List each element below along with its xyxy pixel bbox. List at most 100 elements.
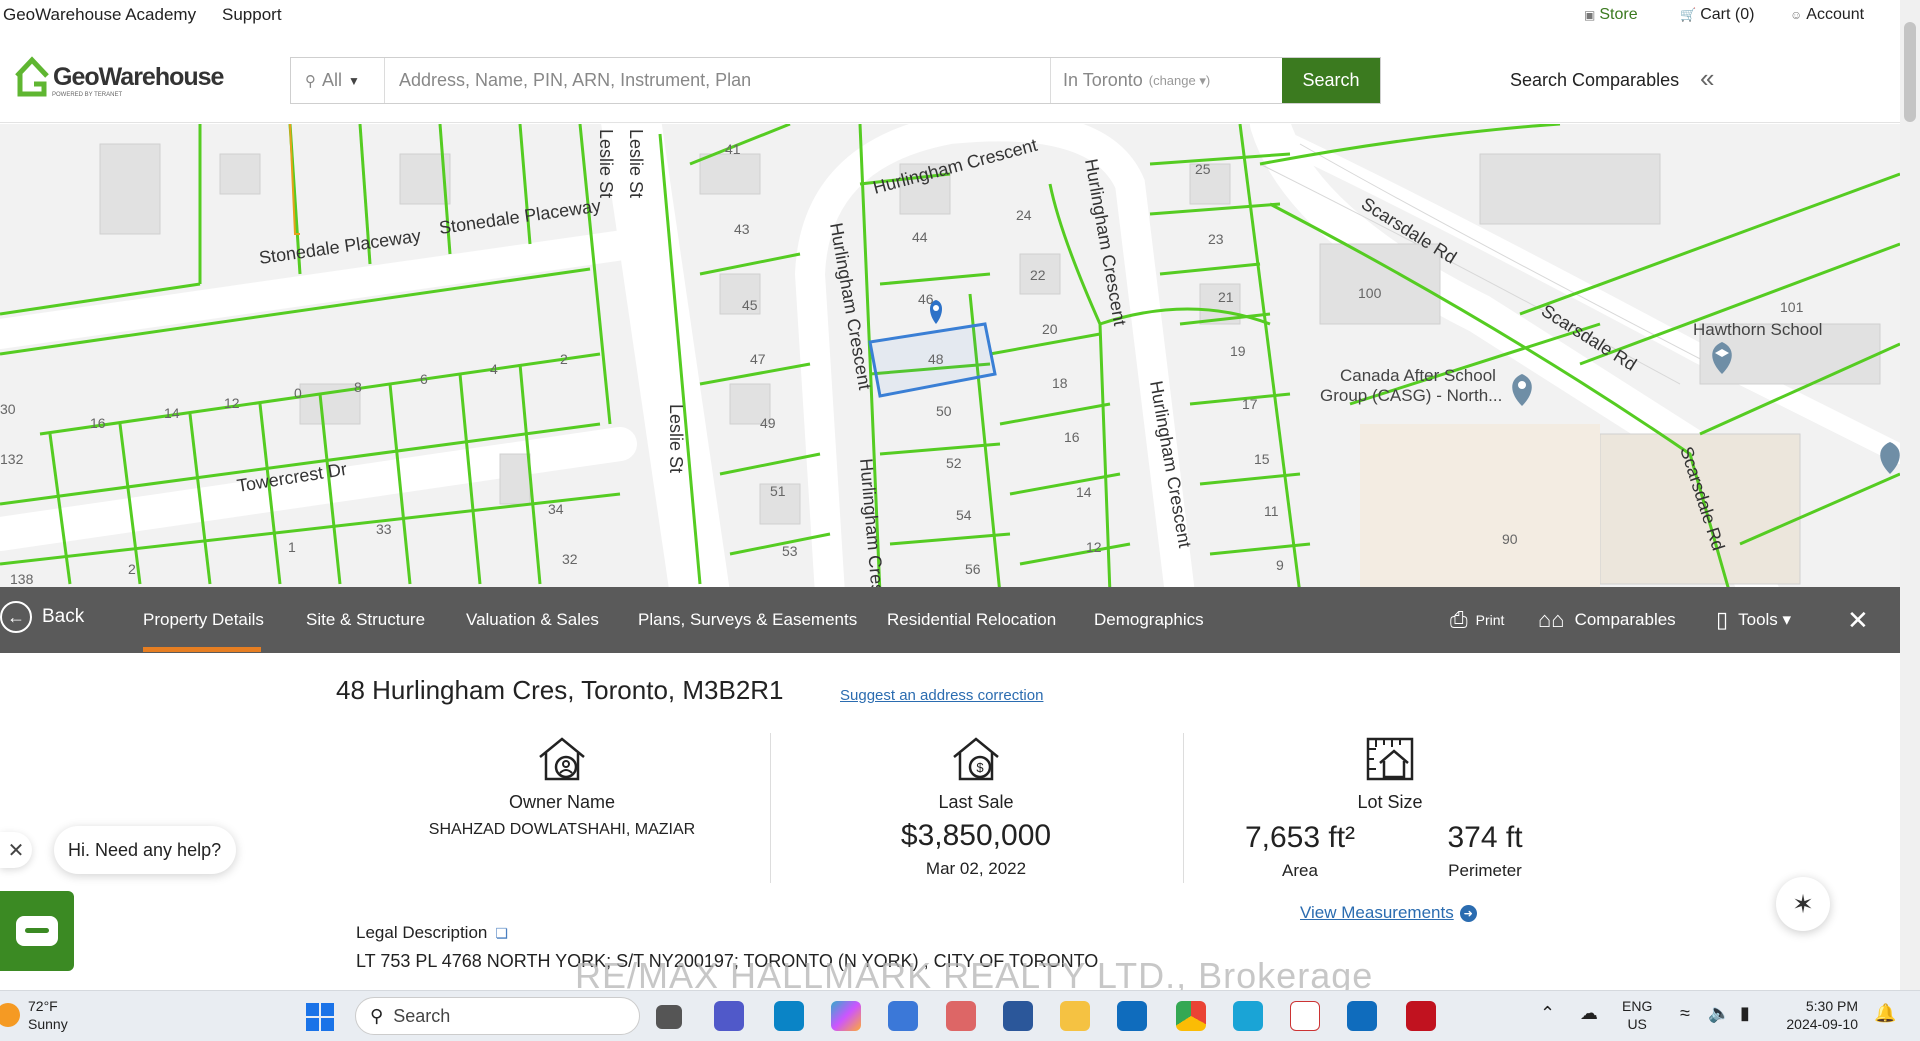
notification-bell-icon[interactable]: 🔔 (1874, 1003, 1896, 1024)
last-sale-label: Last Sale (938, 792, 1014, 812)
store-link[interactable]: ▣ Store (1584, 6, 1638, 24)
svg-text:$: $ (976, 760, 984, 775)
location-selector[interactable]: In Toronto (change ▾) (1050, 58, 1282, 103)
suggest-correction-link[interactable]: Suggest an address correction (840, 687, 1043, 704)
lot-number-label: 43 (734, 221, 750, 237)
tab-demographics[interactable]: Demographics (1094, 610, 1204, 630)
tab-property-details[interactable]: Property Details (143, 610, 264, 630)
search-comparables-link[interactable]: Search Comparables (1510, 70, 1679, 91)
task-view-icon[interactable] (656, 1005, 682, 1029)
back-button[interactable]: ← Back (0, 601, 84, 633)
owner-block: Owner Name SHAHZAD DOWLATSHAHI, MAZIAR (412, 735, 712, 839)
collapse-chevrons-icon[interactable]: « (1700, 63, 1714, 94)
lang-secondary: US (1627, 1016, 1647, 1032)
lang-primary: ENG (1622, 998, 1653, 1014)
lot-number-label: 56 (965, 561, 981, 577)
property-details-panel: 48 Hurlingham Cres, Toronto, M3B2R1 Sugg… (0, 653, 1900, 990)
scroll-thumb[interactable] (1904, 22, 1916, 122)
sun-icon (0, 1003, 20, 1027)
file-explorer-icon[interactable] (1060, 1001, 1090, 1031)
teams-icon[interactable] (714, 1001, 744, 1031)
wifi-icon[interactable]: ≈ (1680, 1003, 1690, 1024)
account-link[interactable]: ☺ Account (1790, 6, 1864, 24)
snipping-tool-icon[interactable] (946, 1001, 976, 1031)
assistant-button[interactable]: ✶ (1776, 877, 1830, 931)
start-button[interactable] (306, 1003, 334, 1031)
weather-widget[interactable]: 72°F Sunny (0, 997, 68, 1033)
pdf-app-icon[interactable] (1290, 1001, 1320, 1031)
chrome-icon[interactable] (1176, 1001, 1206, 1031)
tab-valuation-sales[interactable]: Valuation & Sales (466, 610, 599, 630)
chat-greeting[interactable]: Hi. Need any help? (54, 826, 236, 874)
chat-icon (16, 916, 58, 946)
search-filter-dropdown[interactable]: ⚲ All ▼ (291, 58, 385, 103)
tools-dropdown[interactable]: ▯ Tools ▾ (1716, 607, 1791, 633)
lot-number-label: 52 (946, 455, 962, 471)
logo[interactable]: GeoWarehouse POWERED BY TERANET (14, 56, 224, 98)
academy-link[interactable]: GeoWarehouse Academy (3, 5, 196, 25)
map[interactable]: Leslie St Leslie St Leslie St Stonedale … (0, 124, 1900, 587)
copy-icon[interactable]: ❏ (495, 925, 508, 942)
print-label: Print (1475, 612, 1505, 628)
location-change-link[interactable]: (change ▾) (1149, 73, 1210, 89)
taskbar-search[interactable]: ⚲ Search (355, 997, 640, 1035)
cart-icon: 🛒 (1680, 7, 1697, 22)
street-label: Leslie St (596, 129, 616, 198)
battery-icon[interactable]: ▮ (1740, 1003, 1750, 1024)
chat-launcher-button[interactable] (0, 891, 74, 971)
language-indicator[interactable]: ENG US (1622, 997, 1652, 1033)
search-bar: ⚲ All ▼ In Toronto (change ▾) Search (290, 57, 1381, 104)
lot-number-label: 11 (1264, 503, 1279, 519)
perimeter-block: 374 ft Perimeter (1405, 821, 1565, 881)
lot-number-label: 25 (1195, 161, 1211, 177)
last-sale-block: $ Last Sale $3,850,000 Mar 02, 2022 (826, 735, 1126, 879)
windows-taskbar: 72°F Sunny ⚲ Search ⌃ ☁ ENG US ≈ 🔈 ▮ 5:3… (0, 990, 1920, 1041)
support-link[interactable]: Support (222, 5, 282, 25)
perimeter-label: Perimeter (1448, 861, 1522, 880)
edge-icon[interactable] (1233, 1001, 1263, 1031)
divider (770, 733, 771, 883)
lot-number-label: 30 (0, 401, 16, 417)
word-icon[interactable] (1003, 1001, 1033, 1031)
outlook-icon[interactable] (1117, 1001, 1147, 1031)
outlook-new-icon[interactable] (1347, 1001, 1377, 1031)
onedrive-icon[interactable]: ☁ (1580, 1003, 1598, 1024)
volume-icon[interactable]: 🔈 (1708, 1003, 1730, 1024)
tab-plans-surveys[interactable]: Plans, Surveys & Easements (638, 610, 857, 630)
close-icon[interactable]: ✕ (1847, 605, 1869, 636)
divider (1183, 733, 1184, 883)
view-measurements-link[interactable]: View Measurements ➜ (1300, 903, 1477, 923)
lot-number-label: 101 (1780, 299, 1804, 315)
tab-site-structure[interactable]: Site & Structure (306, 610, 425, 630)
lot-number-label: 0 (294, 385, 302, 401)
lot-size-label: Lot Size (1357, 792, 1423, 812)
store-app-icon[interactable] (888, 1001, 918, 1031)
page-scrollbar[interactable] (1900, 0, 1920, 990)
area-block: 7,653 ft² Area (1220, 821, 1380, 881)
lot-number-label: 12 (1086, 539, 1102, 555)
clock[interactable]: 5:30 PM 2024-09-10 (1780, 997, 1858, 1033)
lot-number-label: 51 (770, 483, 786, 499)
comparables-button[interactable]: ⌂⌂ Comparables (1538, 607, 1676, 633)
last-sale-price: $3,850,000 (900, 819, 1052, 852)
lot-number-label: 23 (1208, 231, 1224, 247)
map-canvas[interactable]: Leslie St Leslie St Leslie St Stonedale … (0, 124, 1900, 587)
tab-residential-relocation[interactable]: Residential Relocation (887, 610, 1056, 630)
cortana-icon[interactable] (774, 1001, 804, 1031)
tray-chevron-icon[interactable]: ⌃ (1540, 1003, 1555, 1024)
print-button[interactable]: ⎙ Print (1450, 607, 1504, 633)
copilot-icon[interactable] (831, 1001, 861, 1031)
cart-link[interactable]: 🛒 Cart (0) (1680, 6, 1754, 24)
lot-number-label: 34 (548, 501, 564, 517)
lot-number-label: 44 (912, 229, 928, 245)
poi-label: Canada After School (1340, 366, 1496, 385)
acrobat-icon[interactable] (1406, 1001, 1436, 1031)
search-button[interactable]: Search (1282, 58, 1380, 103)
taskbar-search-label: Search (393, 1005, 451, 1026)
lot-number-label: 16 (90, 415, 106, 431)
lot-number-label: 100 (1358, 285, 1382, 301)
lot-number-label: 90 (1502, 531, 1518, 547)
search-input[interactable] (385, 58, 1050, 103)
lot-number-label: 12 (224, 395, 240, 411)
back-label: Back (42, 606, 85, 627)
